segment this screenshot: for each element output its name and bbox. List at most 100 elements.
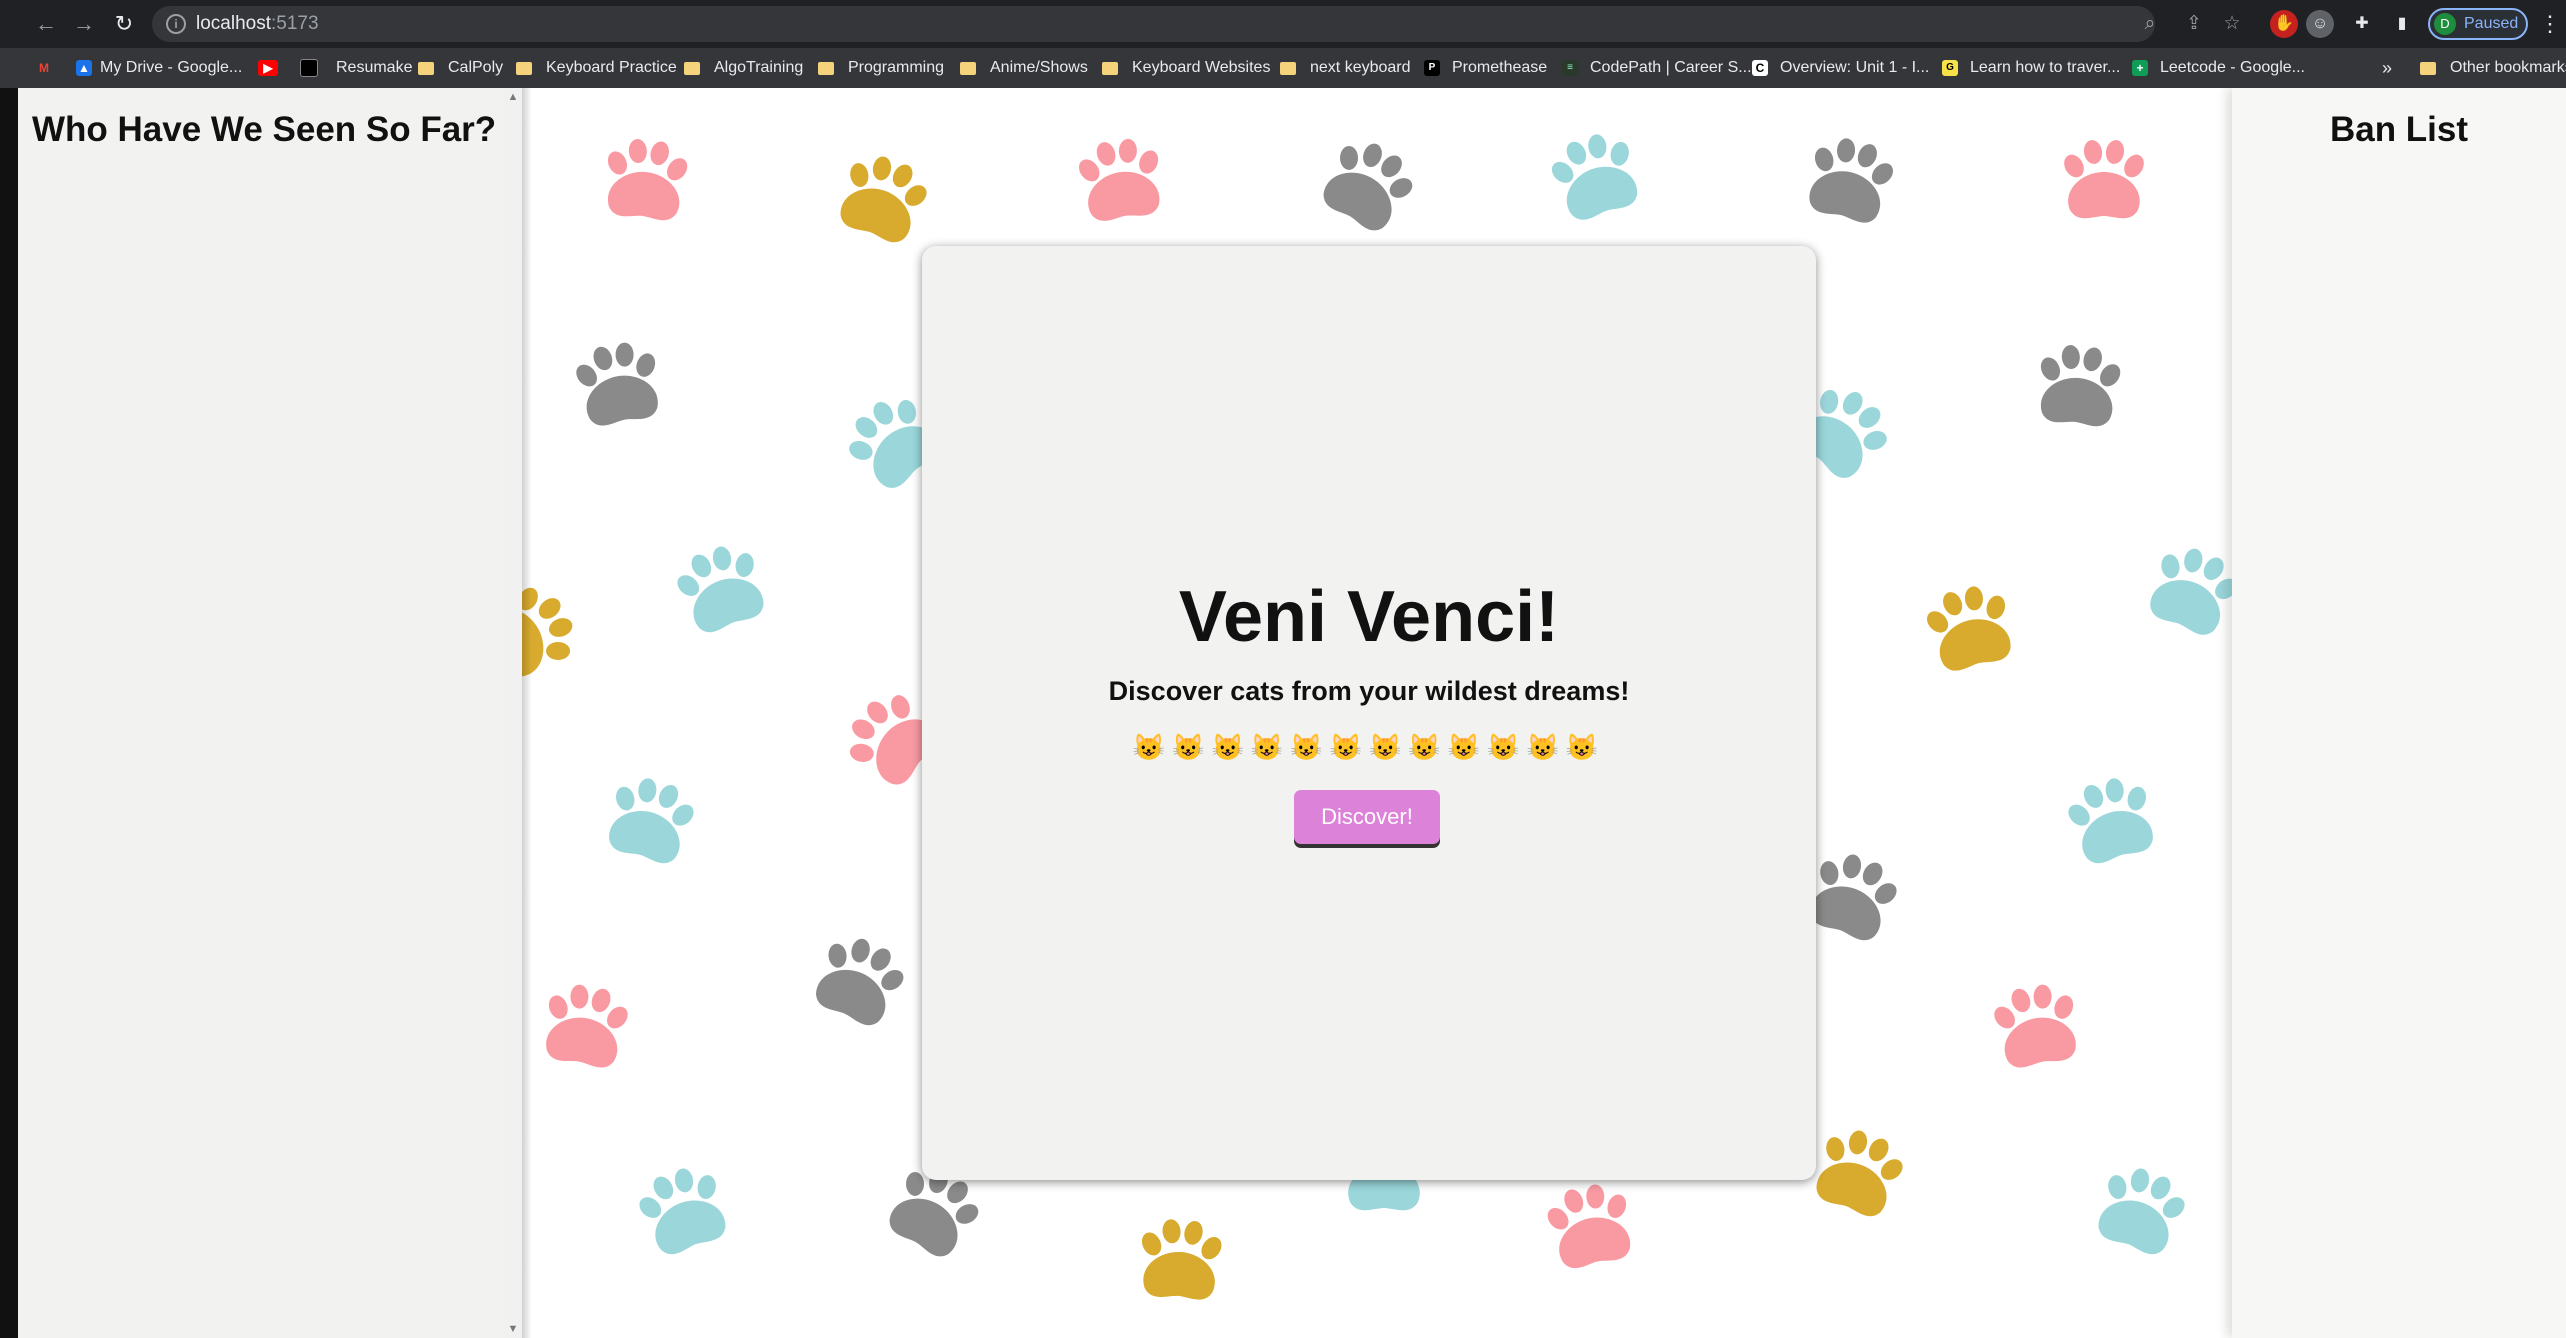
side-panel-icon[interactable]: ▮ (2388, 10, 2416, 38)
bookmark-label: Resumake (336, 59, 413, 76)
bookmark-my-drive[interactable]: ▲ My Drive - Google... (76, 48, 242, 88)
bookmark-label: Anime/Shows (990, 59, 1088, 76)
bookmarks-bar: M ▲ My Drive - Google... ▶ Resumake CalPo… (0, 48, 2566, 88)
url-port: :5173 (271, 13, 319, 34)
bookmark-label: next keyboard (1310, 59, 1411, 76)
back-arrow-icon[interactable]: ← (30, 8, 62, 40)
panel-divider (522, 88, 532, 1338)
paw-print (598, 134, 694, 223)
sheets-icon: + (2132, 60, 2148, 76)
bookmark-label: Leetcode - Google... (2160, 59, 2305, 76)
bookmark-keyboard-websites[interactable]: Keyboard Websites (1102, 48, 1270, 88)
promethease-icon: P (1424, 60, 1440, 76)
app-subtitle: Discover cats from your wildest dreams! (1108, 676, 1630, 706)
bookmark-label: Keyboard Websites (1132, 59, 1271, 76)
paw-print (1134, 1215, 1228, 1302)
paw-print (1538, 1176, 1642, 1273)
extension-face-icon[interactable]: ☺ (2306, 10, 2334, 38)
bookmark-promethease[interactable]: P Promethease (1424, 48, 1547, 88)
bookmark-algotraining[interactable]: AlgoTraining (684, 48, 803, 88)
bookmark-keyboard-practice[interactable]: Keyboard Practice (516, 48, 677, 88)
paw-print (1541, 123, 1650, 227)
bookmark-label: Overview: Unit 1 - I... (1780, 59, 1930, 76)
bookmark-youtube[interactable]: ▶ (258, 48, 278, 88)
bookmark-label: Keyboard Practice (546, 59, 677, 76)
paw-print (1798, 129, 1903, 228)
share-icon[interactable]: ⇪ (2180, 10, 2208, 38)
zoom-icon[interactable]: ⌕ (2136, 10, 2164, 38)
paw-print (1804, 1118, 1915, 1224)
address-bar[interactable]: i localhost:5173 ⌕ (152, 6, 2155, 42)
bookmark-resumake[interactable]: Resumake (300, 48, 412, 88)
paw-print (665, 534, 776, 640)
extensions-puzzle-icon[interactable]: ✚ (2348, 10, 2376, 38)
bookmark-label: Programming (848, 59, 945, 76)
gmail-icon: M (39, 61, 49, 75)
folder-icon (2420, 61, 2436, 75)
folder-icon (684, 61, 700, 75)
paw-print (535, 977, 636, 1072)
address-url[interactable]: localhost:5173 (196, 6, 319, 42)
youtube-icon: ▶ (258, 60, 278, 76)
bookmark-label: Learn how to traver... (1970, 59, 2121, 76)
bookmark-anime-shows[interactable]: Anime/Shows (960, 48, 1088, 88)
bookmark-leetcode[interactable]: + Leetcode - Google... (2132, 48, 2305, 88)
bookmark-learn-traverse[interactable]: G Learn how to traver... (1942, 48, 2120, 88)
discover-card: Veni Venci! Discover cats from your wild… (922, 246, 1816, 1180)
folder-icon (1102, 61, 1118, 75)
paw-print (597, 768, 704, 870)
paw-print (2060, 138, 2148, 219)
paw-print (2086, 1156, 2197, 1262)
bookmark-next-keyboard[interactable]: next keyboard (1280, 48, 1411, 88)
menu-kebab-icon[interactable]: ⋮ (2538, 8, 2562, 40)
bookmark-calpoly[interactable]: CalPoly (418, 48, 503, 88)
paw-print (2031, 340, 2127, 429)
bookmark-label: CalPoly (448, 59, 504, 76)
paw-print (568, 335, 669, 430)
bookmark-overview-unit1[interactable]: C Overview: Unit 1 - I... (1752, 48, 1929, 88)
reload-icon[interactable]: ↻ (108, 8, 140, 40)
scroll-up-arrow-icon[interactable]: ▲ (504, 88, 522, 106)
bookmark-star-icon[interactable]: ☆ (2218, 10, 2246, 38)
paw-print (2058, 768, 2165, 870)
bookmark-label: Promethease (1452, 59, 1548, 76)
browser-toolbar: ← → ↻ i localhost:5173 ⌕ ⇪ ☆ ✋ ☺ ✚ ▮ D P… (0, 0, 2566, 48)
history-sidebar: Who Have We Seen So Far? (18, 88, 504, 1338)
forward-arrow-icon[interactable]: → (68, 8, 100, 40)
bookmark-gmail[interactable]: M (36, 48, 52, 88)
app-title: Veni Venci! (1178, 577, 1560, 657)
bookmark-other[interactable]: Other bookmarks (2420, 48, 2566, 88)
paw-print (1310, 127, 1427, 241)
bookmark-programming[interactable]: Programming (818, 48, 944, 88)
profile-button[interactable]: D Paused (2428, 8, 2528, 40)
scroll-down-arrow-icon[interactable]: ▼ (504, 1320, 522, 1338)
paw-print (803, 925, 917, 1034)
folder-icon (960, 61, 976, 75)
google-drive-icon: ▲ (76, 60, 92, 76)
extension-red-icon[interactable]: ✋ (2270, 10, 2298, 38)
bookmarks-overflow-button[interactable]: » (2382, 48, 2392, 88)
profile-status: Paused (2464, 15, 2519, 32)
info-icon[interactable]: i (166, 14, 186, 34)
discover-button[interactable]: Discover! (1294, 790, 1440, 844)
resumake-icon (300, 59, 318, 77)
ban-list-sidebar: Ban List (2232, 88, 2566, 1338)
bookmark-codepath[interactable]: ≡ CodePath | Career S... (1562, 48, 1752, 88)
cat-emoji-row: 😺😺😺😺😺😺😺😺😺😺😺😺 (1132, 732, 1606, 762)
avatar: D (2434, 13, 2456, 35)
page-content: Who Have We Seen So Far? ▲ ▼ Veni Venci!… (18, 88, 2566, 1338)
codepath-icon: ≡ (1562, 60, 1578, 76)
paw-print (1071, 133, 1170, 225)
paw-print (1917, 577, 2022, 676)
paw-print (1986, 977, 2087, 1072)
bookmark-label: My Drive - Google... (100, 59, 243, 76)
bookmark-label: AlgoTraining (714, 59, 804, 76)
folder-icon (418, 61, 434, 75)
folder-icon (1280, 61, 1296, 75)
history-title: Who Have We Seen So Far? (32, 110, 497, 149)
learn-icon: G (1942, 60, 1958, 76)
paw-print (828, 144, 939, 250)
url-host: localhost (196, 13, 271, 34)
paw-print (627, 1156, 738, 1262)
scrollbar[interactable]: ▲ ▼ (504, 88, 522, 1338)
